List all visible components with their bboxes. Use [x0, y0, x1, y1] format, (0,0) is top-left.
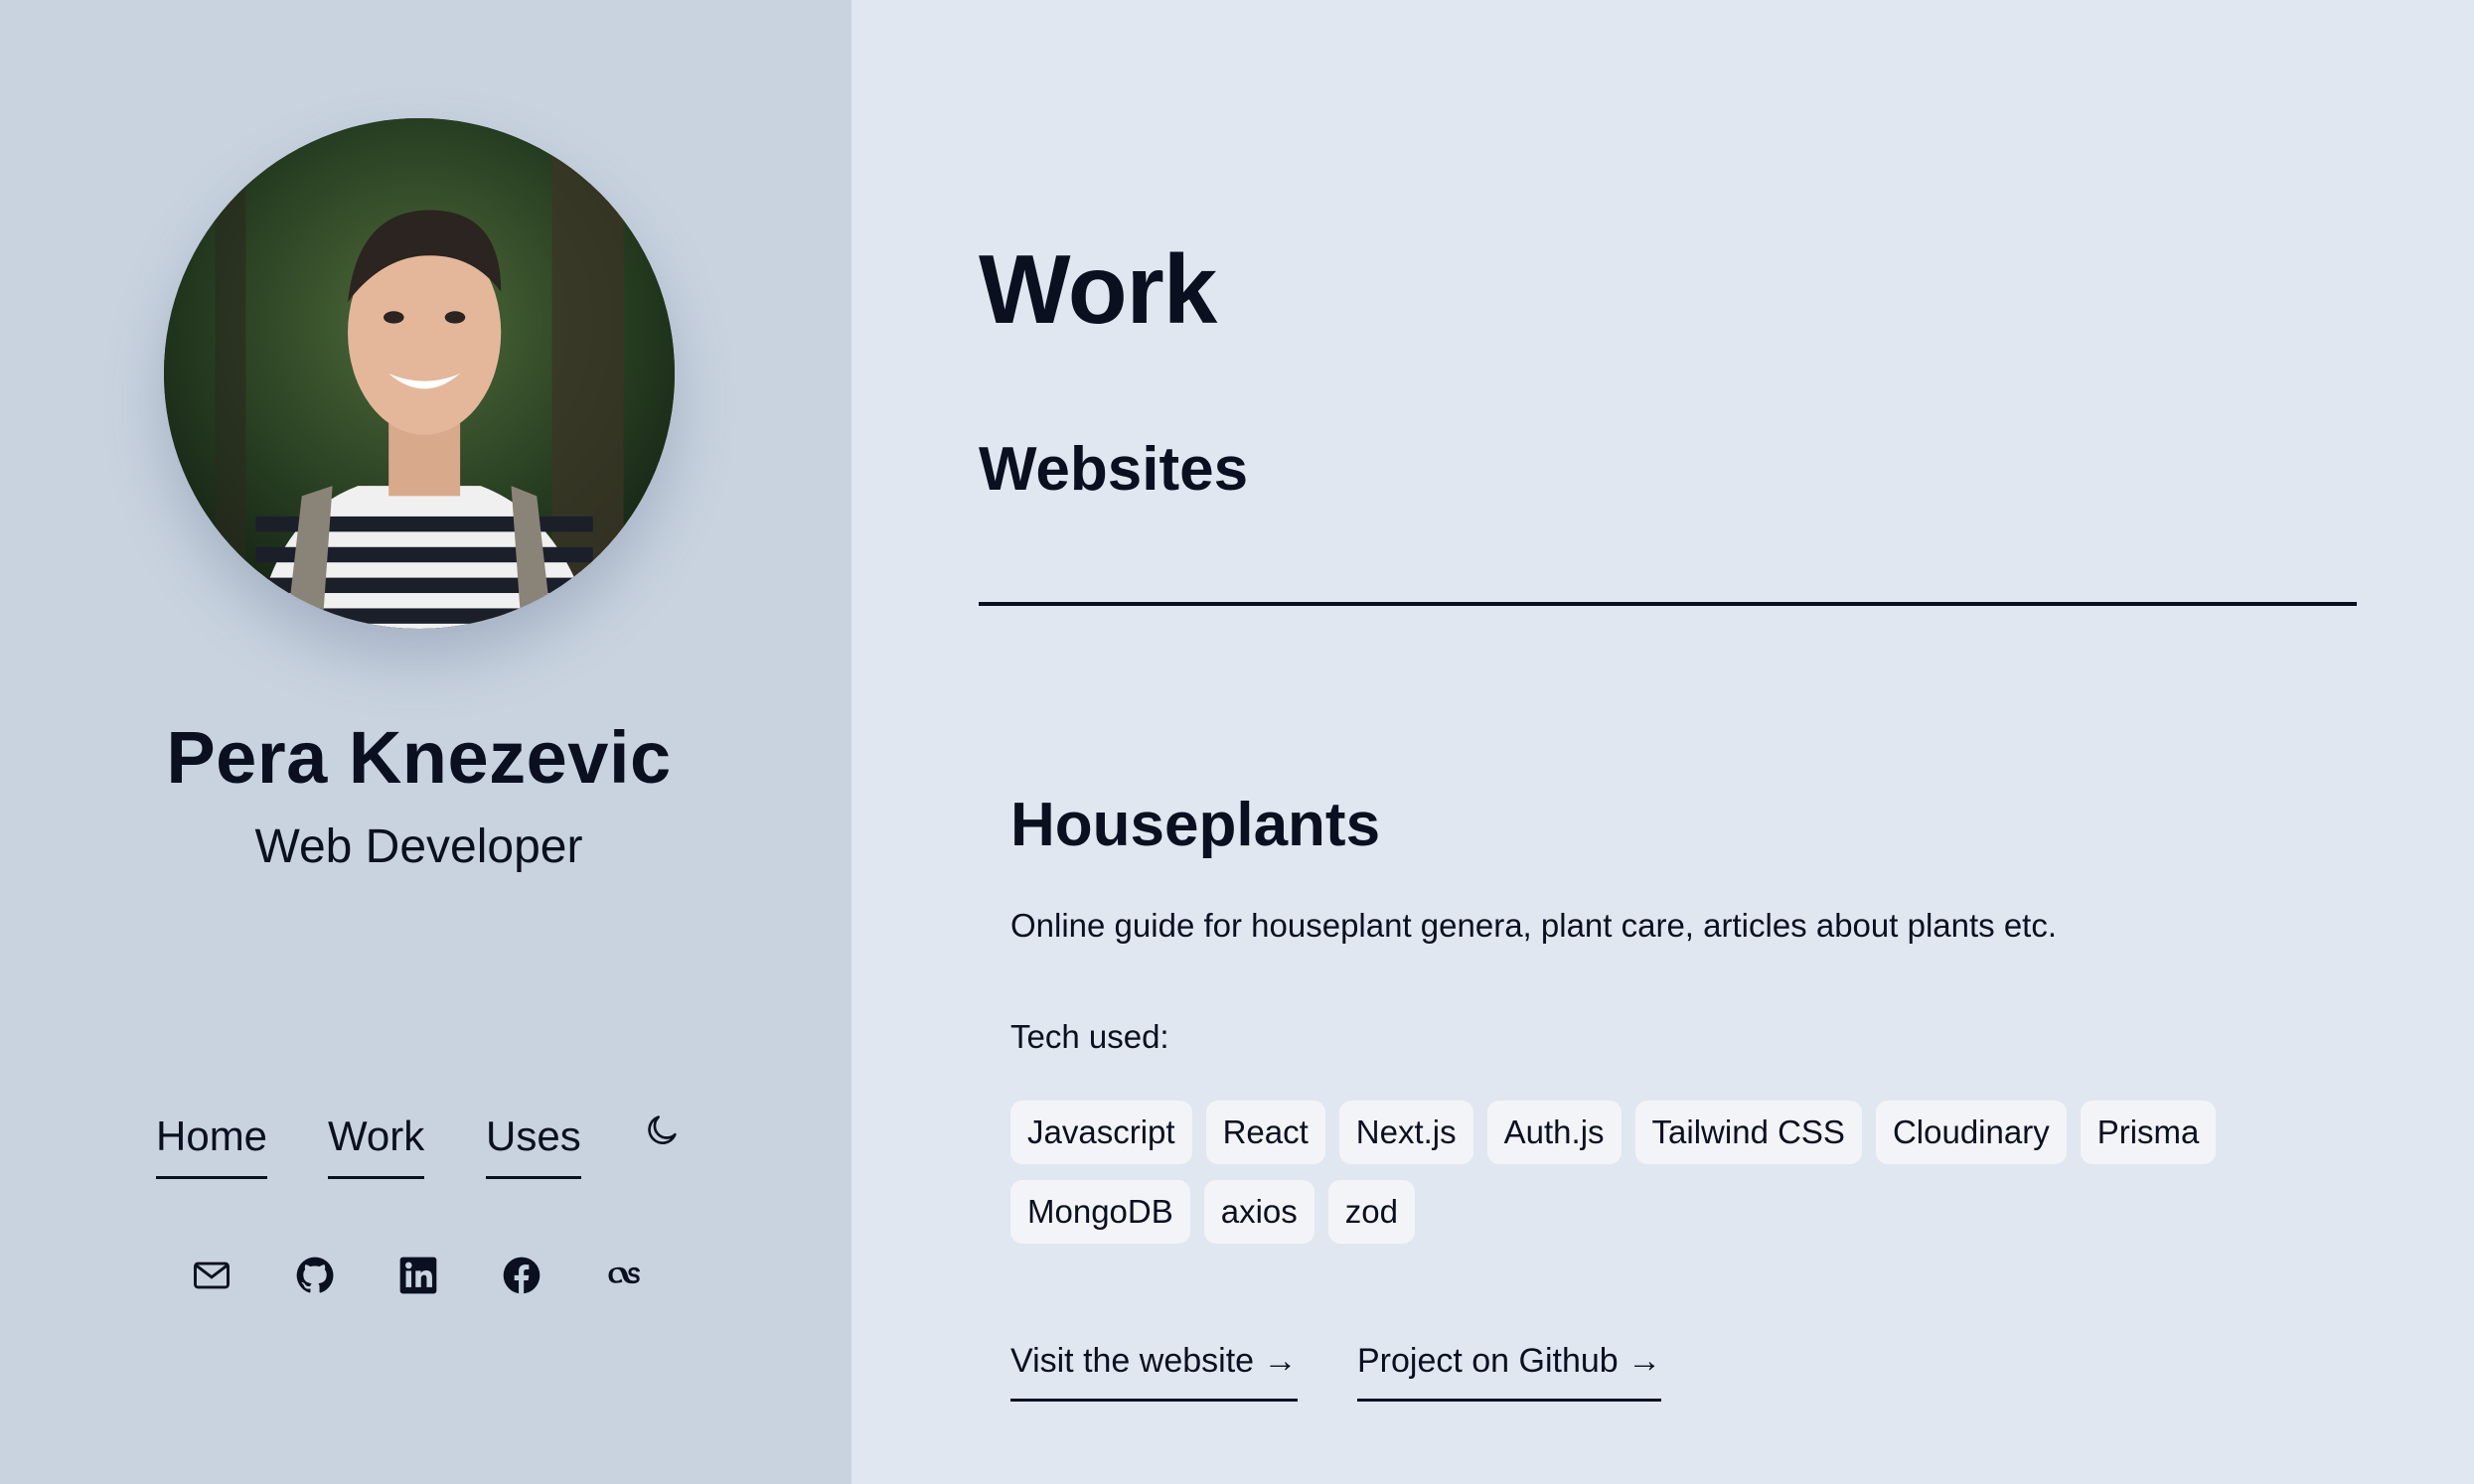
facebook-icon[interactable] [500, 1254, 543, 1297]
moon-icon [648, 1115, 677, 1144]
theme-toggle-button[interactable] [642, 1111, 682, 1154]
lastfm-icon[interactable] [603, 1254, 647, 1297]
avatar [164, 118, 675, 629]
main-content: Work Websites Houseplants Online guide f… [851, 0, 2474, 1484]
tech-tag: axios [1203, 1180, 1314, 1244]
github-icon[interactable] [293, 1254, 337, 1297]
profile-role: Web Developer [254, 820, 583, 873]
tech-tags: Javascript React Next.js Auth.js Tailwind CS… [1010, 1101, 2302, 1260]
tech-label: Tech used: [1010, 1018, 1169, 1055]
linkedin-icon[interactable] [396, 1254, 440, 1297]
page-title: Work [979, 234, 1217, 344]
section-divider [979, 602, 2357, 606]
profile-name: Pera Knezevic [166, 716, 672, 799]
tech-tag: Next.js [1338, 1101, 1473, 1164]
section-title: Websites [979, 435, 1249, 504]
visit-website-link[interactable]: Visit the website → [1010, 1341, 1298, 1402]
nav-home-link[interactable]: Home [156, 1111, 268, 1179]
tech-tag: Cloudinary [1875, 1101, 2067, 1164]
tech-tag: MongoDB [1010, 1180, 1190, 1244]
project-title: Houseplants [1010, 791, 1381, 859]
tech-tag: zod [1327, 1180, 1416, 1244]
github-project-link[interactable]: Project on Github → [1357, 1341, 1662, 1402]
tech-tag: Prisma [2080, 1101, 2217, 1164]
nav-work-link[interactable]: Work [328, 1111, 425, 1179]
tech-tag: React [1205, 1101, 1325, 1164]
sidebar: Pera Knezevic Web Developer Home Work Us… [0, 0, 851, 1484]
social-links [0, 1254, 851, 1303]
nav-uses-link[interactable]: Uses [486, 1111, 581, 1179]
main-nav: Home Work Uses [0, 1111, 851, 1180]
avatar-photo [164, 118, 675, 629]
tech-tag: Tailwind CSS [1634, 1101, 1862, 1164]
tech-tag: Javascript [1010, 1101, 1192, 1164]
mail-icon[interactable] [190, 1254, 233, 1297]
tech-tag: Auth.js [1486, 1101, 1622, 1164]
project-description: Online guide for houseplant genera, plan… [1010, 907, 2058, 944]
